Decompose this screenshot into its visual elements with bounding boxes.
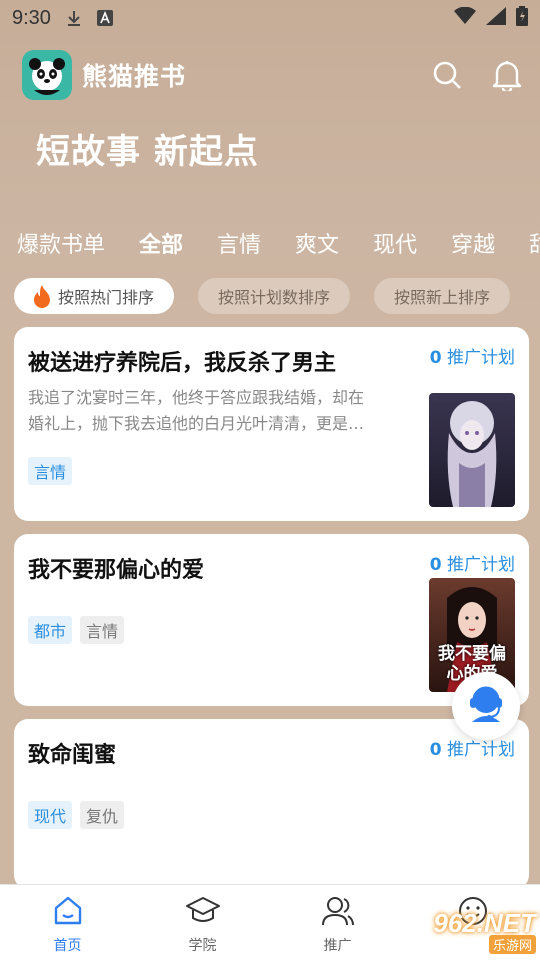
book-title: 致命闺蜜 [28, 743, 117, 768]
nav-label: 首页 [53, 938, 82, 954]
nav-promotion[interactable]: 推广 [270, 885, 405, 960]
promo-count: 0 [429, 740, 442, 760]
book-card[interactable]: 我不要那偏心的爱 0 推广计划 都市 言情 我不要偏心的爱 [14, 534, 529, 706]
customer-service-button[interactable] [452, 672, 520, 740]
promo-plan-link[interactable]: 0 推广计划 [430, 735, 515, 760]
promo-label: 推广计划 [447, 555, 515, 575]
tab-label: 爆款书单 [17, 233, 106, 258]
tab-bestseller-list[interactable]: 爆款书单 [0, 227, 122, 259]
watermark-sub: 乐游网 [488, 935, 536, 954]
sort-hot-button[interactable]: 按照热门排序 [14, 278, 175, 314]
book-title: 被送进疗养院后，我反杀了男主 [28, 351, 337, 376]
status-time: 9:30 [12, 6, 51, 29]
sort-newest-button[interactable]: 按照新上排序 [374, 278, 511, 314]
wifi-icon [454, 6, 476, 30]
book-title: 我不要那偏心的爱 [28, 558, 205, 583]
genre-tag: 言情 [28, 457, 73, 485]
signal-icon [486, 6, 506, 30]
book-description: 我追了沈宴时三年，他终于答应跟我结婚，却在婚礼上，抛下我去追他的白月光叶清清，更… [28, 388, 365, 433]
tab-label: 言情 [217, 233, 262, 258]
status-bar: 9:30 [0, 0, 540, 36]
chip-label: 按照热门排序 [58, 288, 155, 307]
tab-all[interactable]: 全部 [122, 227, 200, 259]
tab-label: 爽文 [295, 233, 340, 258]
tab-romance[interactable]: 言情 [200, 227, 278, 259]
bell-icon[interactable] [492, 59, 522, 91]
graduation-cap-icon [185, 895, 221, 931]
download-icon [65, 9, 83, 27]
tab-sweet[interactable]: 甜 [512, 227, 540, 259]
promo-count: 0 [429, 348, 442, 368]
home-icon [52, 895, 84, 931]
chip-label: 按照新上排序 [394, 288, 491, 307]
promo-label: 推广计划 [447, 348, 515, 368]
genre-tag: 复仇 [80, 801, 125, 829]
nav-academy[interactable]: 学院 [135, 885, 270, 960]
book-cover [429, 393, 515, 507]
genre-tag: 现代 [28, 801, 73, 829]
promo-plan-link[interactable]: 0 推广计划 [430, 343, 515, 368]
category-tabs: 爆款书单 全部 言情 爽文 现代 穿越 甜 [0, 218, 540, 268]
headset-icon [464, 682, 508, 730]
tab-label: 穿越 [451, 233, 496, 258]
sort-plan-count-button[interactable]: 按照计划数排序 [198, 278, 351, 314]
genre-tag: 都市 [28, 616, 73, 644]
tab-time-travel[interactable]: 穿越 [434, 227, 512, 259]
genre-tag: 言情 [80, 616, 125, 644]
flame-icon [32, 284, 52, 308]
promo-count: 0 [429, 555, 442, 575]
tab-power-fantasy[interactable]: 爽文 [278, 227, 356, 259]
site-watermark: 962.NET 乐游网 [402, 906, 536, 956]
tab-label: 现代 [373, 233, 418, 258]
app-logo [22, 50, 72, 100]
app-header: 熊猫推书 [22, 48, 522, 102]
users-icon [320, 895, 356, 931]
book-card[interactable]: 致命闺蜜 0 推广计划 现代 复仇 [14, 719, 529, 889]
tag-list: 现代 复仇 [28, 801, 125, 829]
nav-label: 推广 [323, 938, 352, 954]
tag-list: 都市 言情 [28, 616, 125, 644]
book-card[interactable]: 被送进疗养院后，我反杀了男主 0 推广计划 我追了沈宴时三年，他终于答应跟我结婚… [14, 327, 529, 521]
sort-options: 按照热门排序 按照计划数排序 按照新上排序 [14, 278, 534, 314]
font-icon [96, 10, 113, 26]
nav-label: 学院 [188, 938, 217, 954]
app-name: 熊猫推书 [82, 62, 187, 91]
tag-list: 言情 [28, 457, 73, 485]
tab-label: 甜 [529, 233, 540, 258]
battery-icon [516, 5, 528, 31]
search-icon[interactable] [432, 60, 462, 90]
tab-label: 全部 [139, 233, 184, 258]
promo-label: 推广计划 [447, 740, 515, 760]
nav-home[interactable]: 首页 [0, 885, 135, 960]
chip-label: 按照计划数排序 [218, 288, 331, 307]
tab-modern[interactable]: 现代 [356, 227, 434, 259]
promo-plan-link[interactable]: 0 推广计划 [430, 550, 515, 575]
slogan: 短故事 新起点 [36, 132, 259, 172]
